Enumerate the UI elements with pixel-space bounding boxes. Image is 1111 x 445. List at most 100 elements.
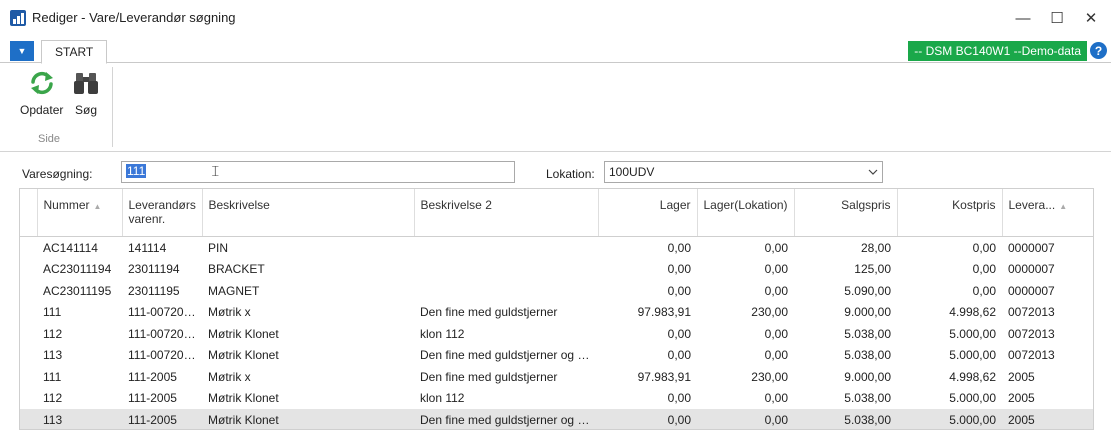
table-row[interactable]: 111 111-2005 Møtrik x Den fine med guldstje… — [20, 366, 1093, 388]
table-cell: 23011194 — [128, 262, 180, 277]
ribbon: Opdater Søg Side — [0, 63, 1111, 152]
table-cell: Møtrik Klonet — [208, 326, 279, 341]
table-cell: 5.000,00 — [897, 409, 1002, 429]
column-header[interactable]: Lager(Lokation) — [697, 189, 795, 237]
table-cell: 9.000,00 — [844, 305, 891, 320]
table-cell: 111-2005 — [128, 369, 177, 384]
table-row[interactable]: AC23011194 23011194 BRACKET 0,00 0,00 125,00 0… — [20, 259, 1093, 281]
chevron-down-icon — [868, 169, 878, 175]
table-cell: 0000007 — [1008, 262, 1055, 277]
table-cell — [414, 280, 598, 302]
results-table: Nummer ▲ Leverandørs varenr. Beskrivelse … — [20, 189, 1093, 429]
table-cell: 0,00 — [667, 240, 691, 255]
table-cell: 111-0072013 — [128, 305, 197, 320]
table-cell: klon 112 — [420, 326, 465, 341]
row-selector[interactable] — [20, 388, 37, 410]
table-cell — [414, 237, 598, 259]
row-selector[interactable] — [20, 323, 37, 345]
table-cell: 111-0072013 — [128, 348, 197, 363]
minimize-icon: — — [1015, 9, 1031, 27]
table-cell: 125,00 — [854, 262, 891, 277]
table-cell: 111-2005 — [128, 391, 177, 406]
table-cell: klon 112 — [420, 391, 465, 406]
table-cell: 113 — [43, 348, 63, 363]
table-row[interactable]: 113 111-2005 Møtrik Klonet Den fine med gul… — [20, 409, 1093, 429]
table-cell: 0,00 — [667, 283, 691, 298]
table-body: AC141114 141114 PIN 0,00 0,00 28,00 0,00 000000… — [20, 237, 1093, 429]
row-selector[interactable] — [20, 237, 37, 259]
item-search-input[interactable]: 111 — [121, 161, 515, 183]
table-cell: 5.038,00 — [794, 409, 897, 429]
table-cell: AC141114 — [43, 240, 98, 255]
table-cell: 0,00 — [764, 262, 788, 277]
table-row[interactable]: 112 111-0072013 Møtrik Klonet klon 112 0,00 0… — [20, 323, 1093, 345]
table-cell: 0,00 — [667, 348, 691, 363]
row-selector[interactable] — [20, 409, 37, 429]
table-cell: 0,00 — [764, 391, 788, 406]
table-cell: 5.000,00 — [949, 348, 996, 363]
column-header[interactable]: Leverandørs varenr. — [122, 189, 203, 237]
search-button[interactable]: Søg — [72, 69, 100, 117]
table-row[interactable]: AC23011195 23011195 MAGNET 0,00 0,00 5.090,00… — [20, 280, 1093, 302]
refresh-button[interactable]: Opdater — [20, 69, 63, 117]
row-selector[interactable] — [20, 345, 37, 367]
maximize-icon: ☐ — [1050, 10, 1064, 27]
table-cell: 111 — [43, 305, 62, 320]
close-button[interactable]: ✕ — [1071, 4, 1111, 32]
table-cell: 111-2005 — [122, 409, 202, 429]
table-cell: 113 — [37, 409, 122, 429]
row-selector[interactable] — [20, 366, 37, 388]
table-cell: 97.983,91 — [637, 369, 691, 384]
table-cell: Møtrik x — [208, 305, 251, 320]
table-cell: 23011195 — [128, 283, 180, 298]
location-select[interactable]: 100UDV — [604, 161, 883, 183]
sort-ascending-icon: ▲ — [1059, 202, 1068, 211]
table-row[interactable]: AC141114 141114 PIN 0,00 0,00 28,00 0,00 000000… — [20, 237, 1093, 259]
tab-start[interactable]: START — [41, 40, 108, 64]
column-header[interactable]: Salgspris — [794, 189, 898, 237]
column-header[interactable]: Nummer ▲ — [37, 189, 123, 237]
table-row[interactable]: 112 111-2005 Møtrik Klonet klon 112 0,00 0,00… — [20, 388, 1093, 410]
environment-badge: -- DSM BC140W1 --Demo-data — [908, 41, 1087, 61]
column-header[interactable]: Levera... ▲ — [1002, 189, 1093, 237]
row-selector[interactable] — [20, 302, 37, 324]
table-cell: 0000007 — [1008, 283, 1055, 298]
table-row[interactable]: 113 111-0072013 Møtrik Klonet Den fine med … — [20, 345, 1093, 367]
table-cell: 112 — [43, 326, 63, 341]
table-cell: 112 — [43, 391, 63, 406]
table-cell: Den fine med guldstjerner og stri... — [420, 348, 598, 363]
table-cell — [414, 259, 598, 281]
help-icon[interactable]: ? — [1090, 42, 1107, 59]
table-cell: Møtrik Klonet — [202, 409, 414, 429]
column-header[interactable]: Beskrivelse 2 — [414, 189, 599, 237]
table-cell: 4.998,62 — [949, 305, 996, 320]
app-menu-button[interactable]: ▼ — [10, 41, 34, 61]
table-cell: AC23011194 — [43, 262, 112, 277]
close-icon: ✕ — [1084, 10, 1098, 27]
column-header[interactable]: Kostpris — [897, 189, 1003, 237]
item-search-value: 111 — [126, 164, 147, 178]
table-cell: 9.000,00 — [844, 369, 891, 384]
table-cell: 2005 — [1002, 409, 1093, 429]
binoculars-icon — [74, 73, 98, 94]
row-selector[interactable] — [20, 259, 37, 281]
table-row[interactable]: 111 111-0072013 Møtrik x Den fine med gulds… — [20, 302, 1093, 324]
column-header[interactable]: Lager — [598, 189, 698, 237]
column-header[interactable]: Beskrivelse — [202, 189, 415, 237]
row-selector[interactable] — [20, 280, 37, 302]
title-bar: Rediger - Vare/Leverandør søgning — ☐ ✕ — [0, 0, 1111, 36]
table-cell: 0,00 — [764, 348, 788, 363]
table-cell: MAGNET — [208, 283, 260, 298]
table-cell: 5.038,00 — [844, 391, 891, 406]
table-cell: BRACKET — [208, 262, 265, 277]
table-cell: 97.983,91 — [637, 305, 691, 320]
table-cell: 230,00 — [751, 305, 788, 320]
table-cell: 0072013 — [1008, 326, 1055, 341]
table-cell: Møtrik Klonet — [208, 391, 279, 406]
sort-ascending-icon: ▲ — [93, 202, 102, 211]
table-cell: Den fine med guldstjerner — [420, 369, 558, 384]
table-cell: 0072013 — [1008, 305, 1055, 320]
table-cell: AC23011195 — [43, 283, 112, 298]
search-button-label: Søg — [74, 103, 97, 117]
table-cell: Den fine med guldstjerner og stri... — [414, 409, 598, 429]
